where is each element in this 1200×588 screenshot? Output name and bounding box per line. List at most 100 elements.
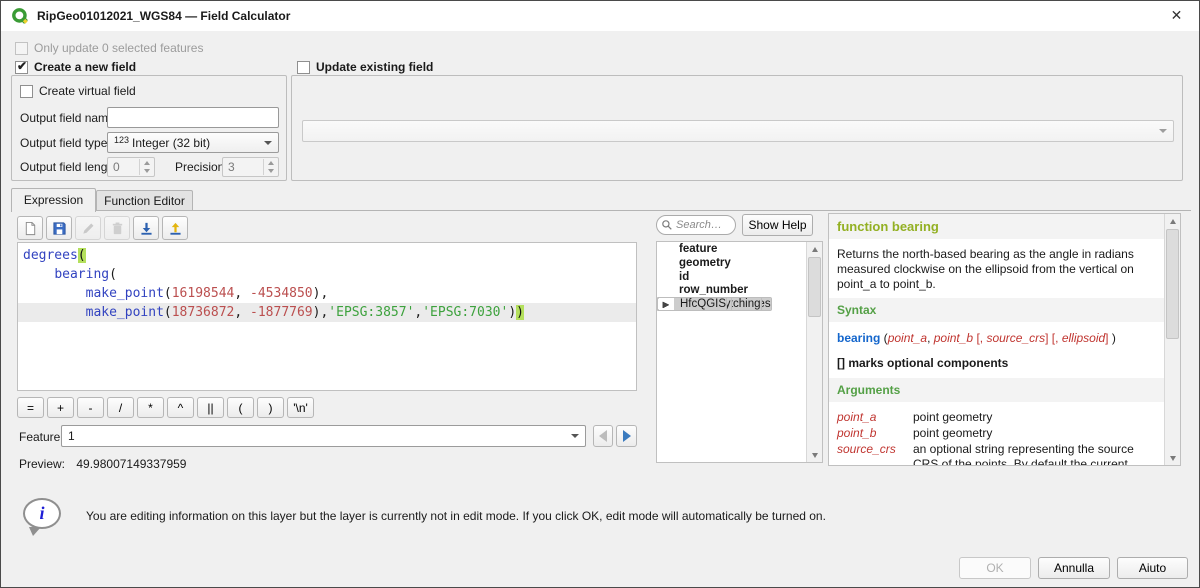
output-field-type-combo[interactable]: 123 Integer (32 bit) [107,132,279,153]
search-icon [661,219,673,231]
help-scrollbar[interactable] [1164,214,1180,465]
window-title: RipGeo01012021_WGS84 — Field Calculator [37,9,290,23]
output-field-name-label: Output field name [20,111,115,125]
checkbox-box[interactable] [297,61,310,74]
arguments-heading: Arguments [829,378,1164,402]
help-content: function bearing Returns the north-based… [829,214,1164,465]
update-existing-field-label: Update existing field [316,60,433,74]
delete-expression-icon[interactable] [104,216,130,240]
operator-buttons: =+-/*^||()'\n' [17,397,314,418]
checkbox-box[interactable] [20,85,33,98]
operator-button[interactable]: ( [227,397,254,418]
new-expression-icon[interactable] [17,216,43,240]
expression-toolbar [17,216,188,240]
cancel-button[interactable]: Annulla [1038,557,1110,579]
spinner-arrows[interactable] [139,159,153,175]
next-feature-button[interactable] [616,425,637,447]
operator-button[interactable]: / [107,397,134,418]
arrow-left-icon [599,430,607,442]
export-expression-icon[interactable] [162,216,188,240]
existing-field-combo[interactable] [302,120,1174,142]
operator-button[interactable]: || [197,397,224,418]
import-expression-icon[interactable] [133,216,159,240]
output-field-length-value: 0 [113,160,120,174]
scroll-up-icon[interactable] [1165,214,1180,228]
close-button[interactable]: ✕ [1154,1,1199,30]
argument-row: point_apoint geometry [837,410,1156,425]
argument-name: point_a [837,410,913,425]
checkbox-box[interactable] [15,42,28,55]
output-field-type-label: Output field type [20,136,107,150]
expression-code-editor[interactable]: degrees( bearing( make_point(16198544, -… [17,242,637,391]
function-list-item[interactable]: geometry [657,256,806,270]
scroll-up-icon[interactable] [807,242,822,256]
tab-label: Function Editor [104,194,185,208]
function-search[interactable] [656,215,736,235]
syntax-signature: bearing (point_a, point_b [, source_crs]… [829,322,1164,354]
ok-button[interactable]: OK [959,557,1031,579]
help-button[interactable]: Aiuto [1117,557,1188,579]
function-tree-scrollbar[interactable] [806,242,822,462]
expand-arrow-icon[interactable]: ▶ [658,298,674,311]
scroll-down-icon[interactable] [1165,451,1180,465]
argument-description: point geometry [913,410,1156,425]
function-list-item[interactable]: id [657,270,806,284]
function-item-label: feature [673,242,806,256]
optional-note: [] marks optional components [829,354,1164,378]
create-virtual-field-checkbox[interactable]: Create virtual field [20,84,136,98]
precision-spinner[interactable]: 3 [222,157,279,177]
search-input[interactable] [676,219,730,231]
update-existing-field-checkbox[interactable]: Update existing field [297,60,433,74]
operator-button[interactable]: - [77,397,104,418]
edit-mode-message: You are editing information on this laye… [86,509,916,523]
previous-feature-button[interactable] [593,425,613,447]
chevron-down-icon [1159,129,1167,133]
qgis-logo-icon [11,7,29,25]
operator-button[interactable]: + [47,397,74,418]
save-expression-icon[interactable] [46,216,72,240]
operator-button[interactable]: ^ [167,397,194,418]
function-list-item[interactable]: row_number [657,284,806,298]
tab-separator [11,210,1191,211]
output-field-length-spinner[interactable]: 0 [107,157,155,177]
info-i-glyph: i [39,503,44,524]
help-description: Returns the north-based bearing as the a… [829,239,1164,298]
operator-button[interactable]: ) [257,397,284,418]
spinner-arrows[interactable] [263,159,277,175]
arrow-right-icon [623,430,631,442]
argument-row: source_crsan optional string representin… [837,442,1156,465]
preview-value: 49.98007149337959 [76,457,186,471]
syntax-heading: Syntax [829,298,1164,322]
tab-expression[interactable]: Expression [11,188,96,212]
checkbox-box[interactable] [15,61,28,74]
edit-expression-icon[interactable] [75,216,101,240]
scroll-down-icon[interactable] [807,448,822,462]
output-field-name-input[interactable] [107,107,279,128]
operator-button[interactable]: '\n' [287,397,314,418]
scrollbar-thumb[interactable] [808,257,821,317]
feature-combo[interactable]: 1 [61,425,586,447]
scrollbar-thumb[interactable] [1166,229,1179,339]
function-item-label: HfcQGIS [674,298,726,310]
chevron-down-icon [571,434,579,438]
function-help-panel: function bearing Returns the north-based… [828,213,1181,466]
operator-button[interactable]: = [17,397,44,418]
preview-row: Preview: 49.98007149337959 [19,457,186,471]
code-line: bearing( [18,265,636,284]
function-list-item[interactable]: ▶HfcQGIS [657,297,727,311]
feature-value: 1 [68,429,75,443]
function-list-item[interactable]: feature [657,242,806,256]
show-help-button[interactable]: Show Help [742,214,813,236]
precision-label: Precision [175,160,224,174]
preview-label: Preview: [19,457,65,471]
tab-label: Expression [24,193,83,207]
create-virtual-field-label: Create virtual field [39,84,136,98]
output-field-type-value: Integer (32 bit) [132,136,210,150]
operator-button[interactable]: * [137,397,164,418]
tab-function-editor[interactable]: Function Editor [96,190,193,211]
title-bar: RipGeo01012021_WGS84 — Field Calculator … [1,1,1199,31]
argument-name: point_b [837,426,913,441]
create-new-field-label: Create a new field [34,60,136,74]
only-update-checkbox[interactable]: Only update 0 selected features [15,41,203,55]
create-new-field-checkbox[interactable]: Create a new field [15,60,136,74]
